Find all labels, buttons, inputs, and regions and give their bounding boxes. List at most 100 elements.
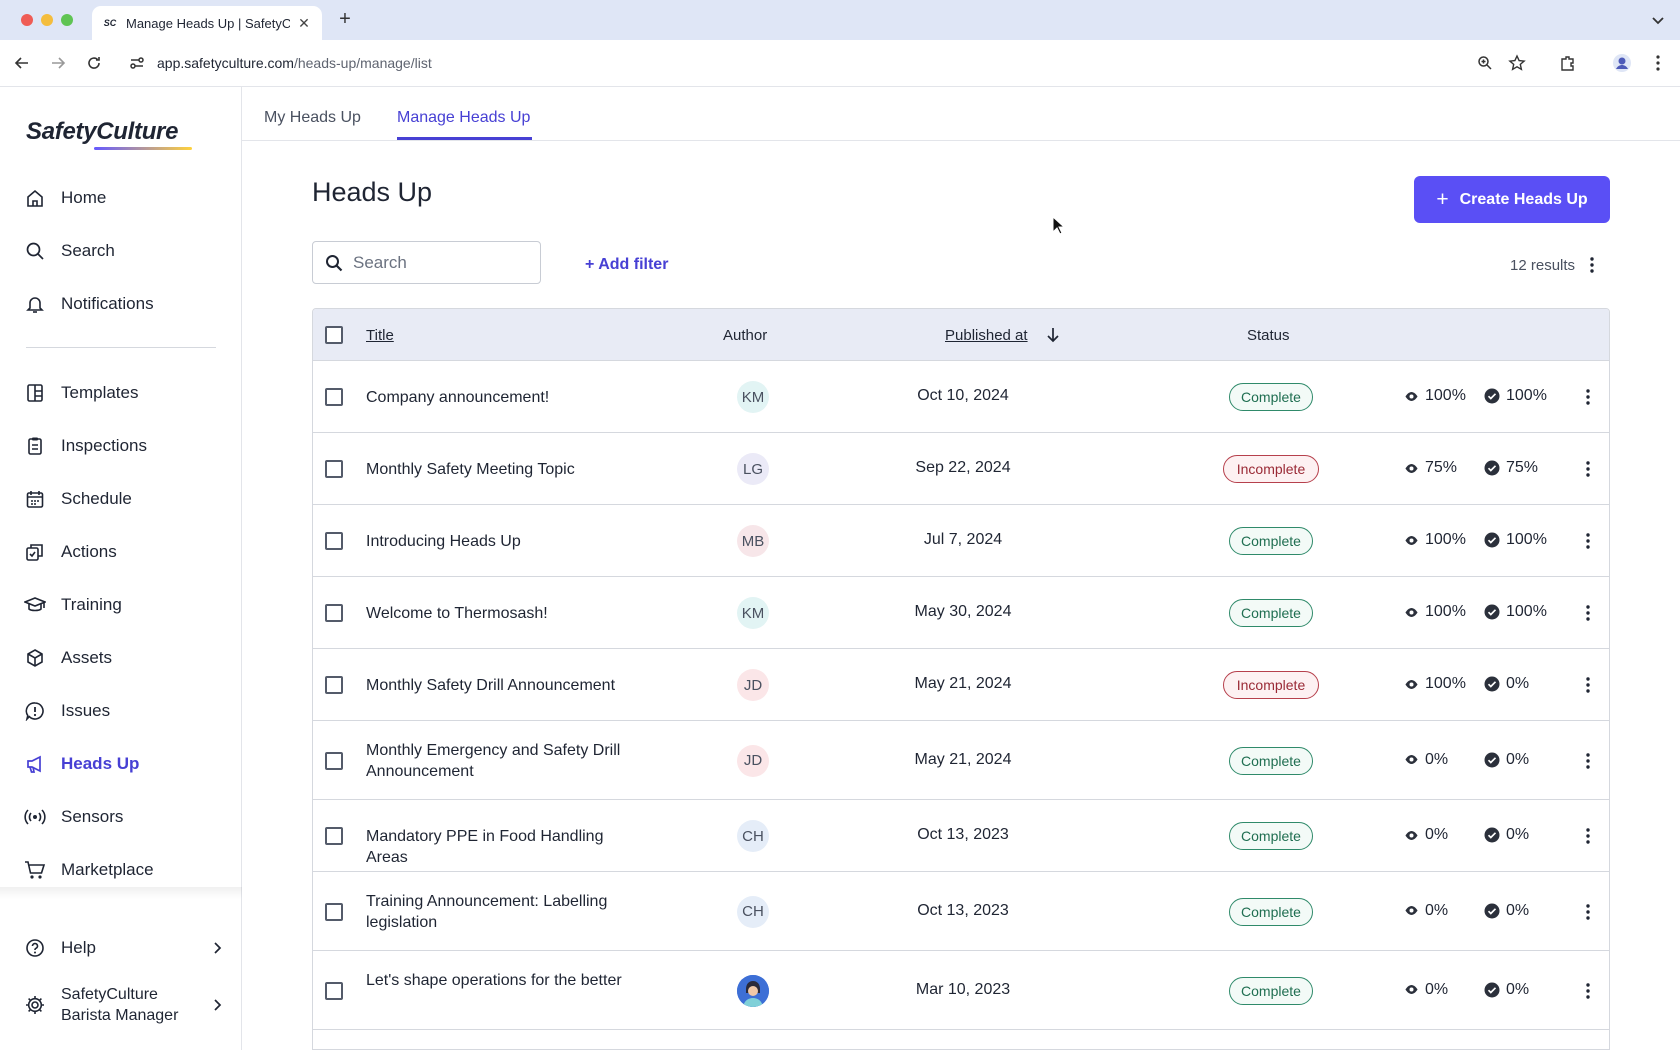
acknowledged-percent: 100% [1506,531,1547,548]
status-badge: Complete [1229,527,1313,555]
select-all-checkbox[interactable] [325,326,343,344]
sidebar-item-schedule[interactable]: Schedule [24,482,234,516]
arrow-down-icon[interactable] [1045,326,1061,344]
kebab-menu-icon[interactable] [1581,902,1595,922]
forward-arrow-icon[interactable] [48,53,68,73]
table-row[interactable]: Training Announcement: Labelling legisla… [313,872,1609,951]
row-title[interactable]: Company announcement! [366,387,636,408]
row-title[interactable]: Monthly Safety Meeting Topic [366,459,636,480]
browser-tab-bar: SC Manage Heads Up | SafetyCul ✕ + [0,0,1680,40]
close-tab-icon[interactable]: ✕ [296,15,312,32]
sidebar-item-actions[interactable]: Actions [24,535,234,569]
sidebar-item-marketplace[interactable]: Marketplace [24,853,234,887]
row-checkbox[interactable] [325,604,343,622]
chevron-down-icon[interactable] [1650,12,1666,28]
eye-icon [1404,984,1425,995]
sidebar-item-sensors[interactable]: Sensors [24,800,234,834]
reload-icon[interactable] [84,53,104,73]
sidebar-item-search[interactable]: Search [24,234,234,268]
site-settings-icon[interactable] [128,54,146,72]
row-title[interactable]: Training Announcement: Labelling legisla… [366,891,636,933]
browser-menu-icon[interactable] [1648,53,1668,73]
new-tab-button[interactable]: + [333,8,357,31]
sidebar-item-label: Marketplace [61,860,154,879]
row-checkbox[interactable] [325,676,343,694]
kebab-menu-icon[interactable] [1581,826,1595,846]
profile-icon[interactable] [1612,53,1632,73]
sidebar-item-issues[interactable]: Issues [24,694,234,728]
row-title[interactable]: Mandatory PPE in Food Handling Areas [366,826,636,868]
sidebar-item-assets[interactable]: Assets [24,641,234,675]
search-field[interactable] [312,241,541,284]
row-title[interactable]: Monthly Safety Drill Announcement [366,675,636,696]
window-zoom-button[interactable] [61,14,73,26]
acknowledged-percent: 0% [1506,826,1530,843]
zoom-icon[interactable] [1475,53,1495,73]
kebab-menu-icon[interactable] [1581,387,1595,407]
kebab-menu-icon[interactable] [1581,751,1595,771]
sidebar-item-inspections[interactable]: Inspections [24,429,234,463]
row-checkbox[interactable] [325,532,343,550]
sidebar-item-training[interactable]: Training [24,588,234,622]
alert-icon [24,700,46,722]
search-input[interactable] [353,252,523,273]
table-row[interactable]: Company announcement! KM Oct 10, 2024 Compl… [313,361,1609,433]
kebab-menu-icon[interactable] [1581,675,1595,695]
browser-toolbar: app.safetyculture.com/heads-up/manage/li… [0,40,1680,87]
row-title[interactable]: Welcome to Thermosash! [366,603,636,624]
viewed-percent: 100% [1425,531,1466,548]
back-arrow-icon[interactable] [12,53,32,73]
eye-icon [1404,463,1425,474]
row-title[interactable]: Introducing Heads Up [366,531,636,552]
tab-manage-heads-up[interactable]: Manage Heads Up [397,109,530,127]
table-row[interactable]: Introducing Heads Up MB Jul 7, 2024 Complet… [313,505,1609,577]
sidebar-item-home[interactable]: Home [24,181,234,215]
row-checkbox[interactable] [325,388,343,406]
plus-icon: + [1436,187,1449,211]
window-minimize-button[interactable] [41,14,53,26]
table-row[interactable]: Let's shape operations for the better Mar… [313,951,1609,1030]
table-row[interactable]: Monthly Emergency and Safety Drill Annou… [313,721,1609,800]
table-row[interactable]: Monthly Safety Meeting Topic LG Sep 22, 20… [313,433,1609,505]
row-checkbox[interactable] [325,902,343,921]
row-title[interactable]: Let's shape operations for the better [366,970,636,991]
table-row[interactable]: Mandatory PPE in Food Handling Areas CH Oc… [313,800,1609,872]
create-heads-up-button[interactable]: + Create Heads Up [1414,176,1610,223]
sidebar-item-notifications[interactable]: Notifications [24,287,234,321]
sidebar-item-help[interactable]: Help [24,931,224,965]
bell-icon [24,293,46,315]
kebab-menu-icon[interactable] [1581,531,1595,551]
row-checkbox[interactable] [325,460,343,478]
table-row[interactable]: Monthly Safety Drill Announcement JD May 2… [313,649,1609,721]
sidebar-account[interactable]: SafetyCulture Barista Manager [24,980,224,1030]
column-header-title[interactable]: Title [366,327,394,344]
check-circle-icon [1484,388,1506,404]
sidebar-item-templates[interactable]: Templates [24,376,234,410]
kebab-menu-icon[interactable] [1581,603,1595,623]
help-icon [24,937,46,959]
author-avatar: KM [737,597,769,629]
extensions-icon[interactable] [1558,53,1578,73]
address-bar[interactable]: app.safetyculture.com/heads-up/manage/li… [157,55,432,71]
kebab-menu-icon[interactable] [1581,981,1595,1001]
kebab-menu-icon[interactable] [1581,459,1595,479]
row-checkbox[interactable] [325,981,343,1000]
add-filter-button[interactable]: + Add filter [585,256,668,274]
status-badge: Complete [1229,822,1313,850]
star-icon[interactable] [1507,53,1527,73]
browser-tab-active[interactable]: SC Manage Heads Up | SafetyCul ✕ [92,6,322,40]
row-title[interactable]: Monthly Emergency and Safety Drill Annou… [366,740,636,782]
row-checkbox[interactable] [325,751,343,770]
templates-icon [24,382,46,404]
create-button-label: Create Heads Up [1459,190,1588,208]
safetyculture-logo[interactable]: SafetyCulture [26,118,178,146]
sidebar-item-heads-up[interactable]: Heads Up [24,747,234,781]
kebab-menu-icon[interactable] [1585,256,1599,274]
window-close-button[interactable] [21,14,33,26]
tab-my-heads-up[interactable]: My Heads Up [264,109,361,127]
row-checkbox[interactable] [325,827,343,845]
author-avatar: JD [737,669,769,701]
graduation-cap-icon [24,594,46,616]
table-row[interactable]: Welcome to Thermosash! KM May 30, 2024 Comp… [313,577,1609,649]
column-header-published[interactable]: Published at [945,327,1028,344]
